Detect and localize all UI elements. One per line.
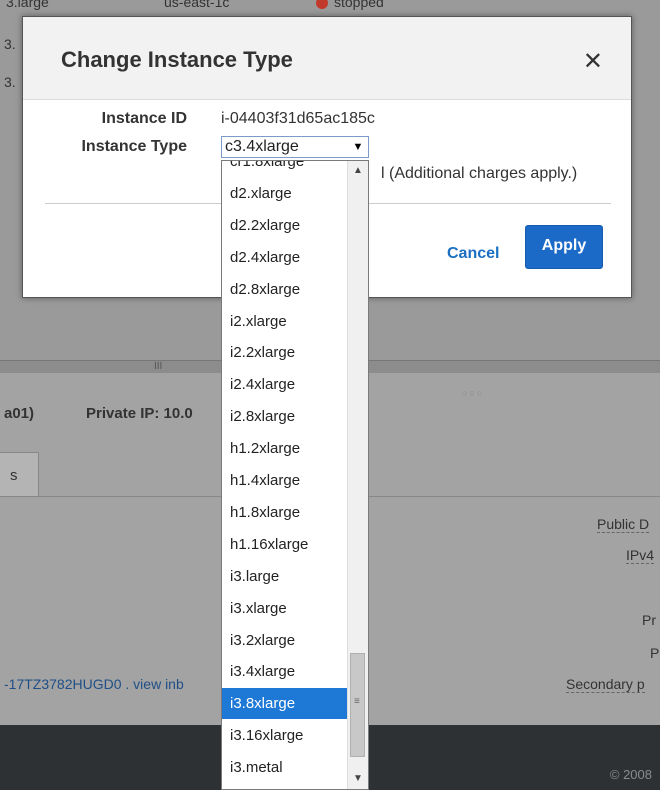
state-cell: stopped xyxy=(316,0,384,10)
apply-button[interactable]: Apply xyxy=(525,225,603,269)
dropdown-option[interactable]: i2.2xlarge xyxy=(222,337,348,368)
instance-name-fragment: a01) xyxy=(4,405,35,422)
dialog-title: Change Instance Type xyxy=(61,47,293,72)
reservation-link[interactable]: -17TZ3782HUGD0 . xyxy=(4,676,129,692)
dropdown-option[interactable]: d2.2xlarge xyxy=(222,210,348,241)
dropdown-option[interactable]: i3.8xlarge xyxy=(222,688,348,720)
dropdown-option[interactable]: d2.4xlarge xyxy=(222,242,348,273)
chevron-down-icon: ▼ xyxy=(352,141,364,153)
stopped-icon xyxy=(316,0,328,10)
dropdown-option[interactable]: i3.large xyxy=(222,561,348,592)
availability-zone-cell: us-east-1c xyxy=(164,0,230,10)
tab-label: s xyxy=(10,467,18,484)
instance-id-value: i-04403f31d65ac185c xyxy=(221,110,375,127)
state-text: stopped xyxy=(334,0,384,10)
dialog-header: Change Instance Type ✕ xyxy=(23,17,631,100)
instance-type-label: Instance Type xyxy=(81,138,187,155)
dropdown-scrollbar[interactable]: ▲ ≡ ▼ xyxy=(347,161,368,789)
dropdown-option[interactable]: cr1.8xlarge xyxy=(222,161,348,177)
public-dns-label: Public D xyxy=(597,516,650,533)
dropdown-option[interactable]: h1.4xlarge xyxy=(222,465,348,496)
close-icon[interactable]: ✕ xyxy=(583,47,603,76)
grip-icon: III xyxy=(154,361,163,372)
table-row: 3.large us-east-1c stopped xyxy=(0,0,660,16)
dropdown-option[interactable]: d2.xlarge xyxy=(222,178,348,209)
table-row-fragment: 3. xyxy=(4,36,16,52)
dropdown-option[interactable]: i3.xlarge xyxy=(222,593,348,624)
private-ip-label: Private IP: 10.0 xyxy=(86,405,193,422)
dropdown-option[interactable]: i2.xlarge xyxy=(222,306,348,337)
private-label: Pr xyxy=(642,612,656,628)
instance-type-selected-value: c3.4xlarge xyxy=(225,138,299,155)
details-tab[interactable]: s xyxy=(0,452,39,497)
dropdown-option[interactable]: h1.8xlarge xyxy=(222,497,348,528)
instance-type-dropdown-list[interactable]: cr1.8xlarge d2.xlarge d2.2xlarge d2.4xlarge… xyxy=(221,160,369,790)
instance-id-label: Instance ID xyxy=(101,110,187,127)
cancel-button[interactable]: Cancel xyxy=(447,245,499,263)
instance-type-cell: 3.large xyxy=(6,0,49,10)
dropdown-option[interactable]: h1.16xlarge xyxy=(222,529,348,560)
additional-charges-note: l (Additional charges apply.) xyxy=(381,165,578,182)
scroll-up-icon[interactable]: ▲ xyxy=(348,161,368,181)
dropdown-option[interactable]: i3.2xlarge xyxy=(222,625,348,656)
dropdown-option[interactable]: i3.16xlarge xyxy=(222,720,348,751)
dropdown-option[interactable]: i2.4xlarge xyxy=(222,369,348,400)
table-row-fragment: 3. xyxy=(4,74,16,90)
secondary-ip-label: Secondary p xyxy=(566,676,645,693)
dropdown-option[interactable]: i3.metal xyxy=(222,752,348,783)
ipv4-label: IPv4 xyxy=(626,547,655,564)
dropdown-option[interactable]: d2.8xlarge xyxy=(222,274,348,305)
scrollbar-thumb[interactable]: ≡ xyxy=(350,653,365,757)
dropdown-option[interactable]: h1.2xlarge xyxy=(222,433,348,464)
instance-type-select[interactable]: c3.4xlarge ▼ xyxy=(221,136,369,158)
dropdown-option[interactable]: i3.4xlarge xyxy=(222,656,348,687)
reservation-row: -17TZ3782HUGD0 . view inb xyxy=(4,676,184,692)
dropdown-option[interactable]: i2.8xlarge xyxy=(222,401,348,432)
p-label: P xyxy=(650,645,660,661)
drag-dots-icon: ○○○ xyxy=(462,388,485,398)
view-link[interactable]: view inb xyxy=(133,676,184,692)
copyright-text: © 2008 xyxy=(609,767,652,782)
scroll-down-icon[interactable]: ▼ xyxy=(348,769,368,789)
